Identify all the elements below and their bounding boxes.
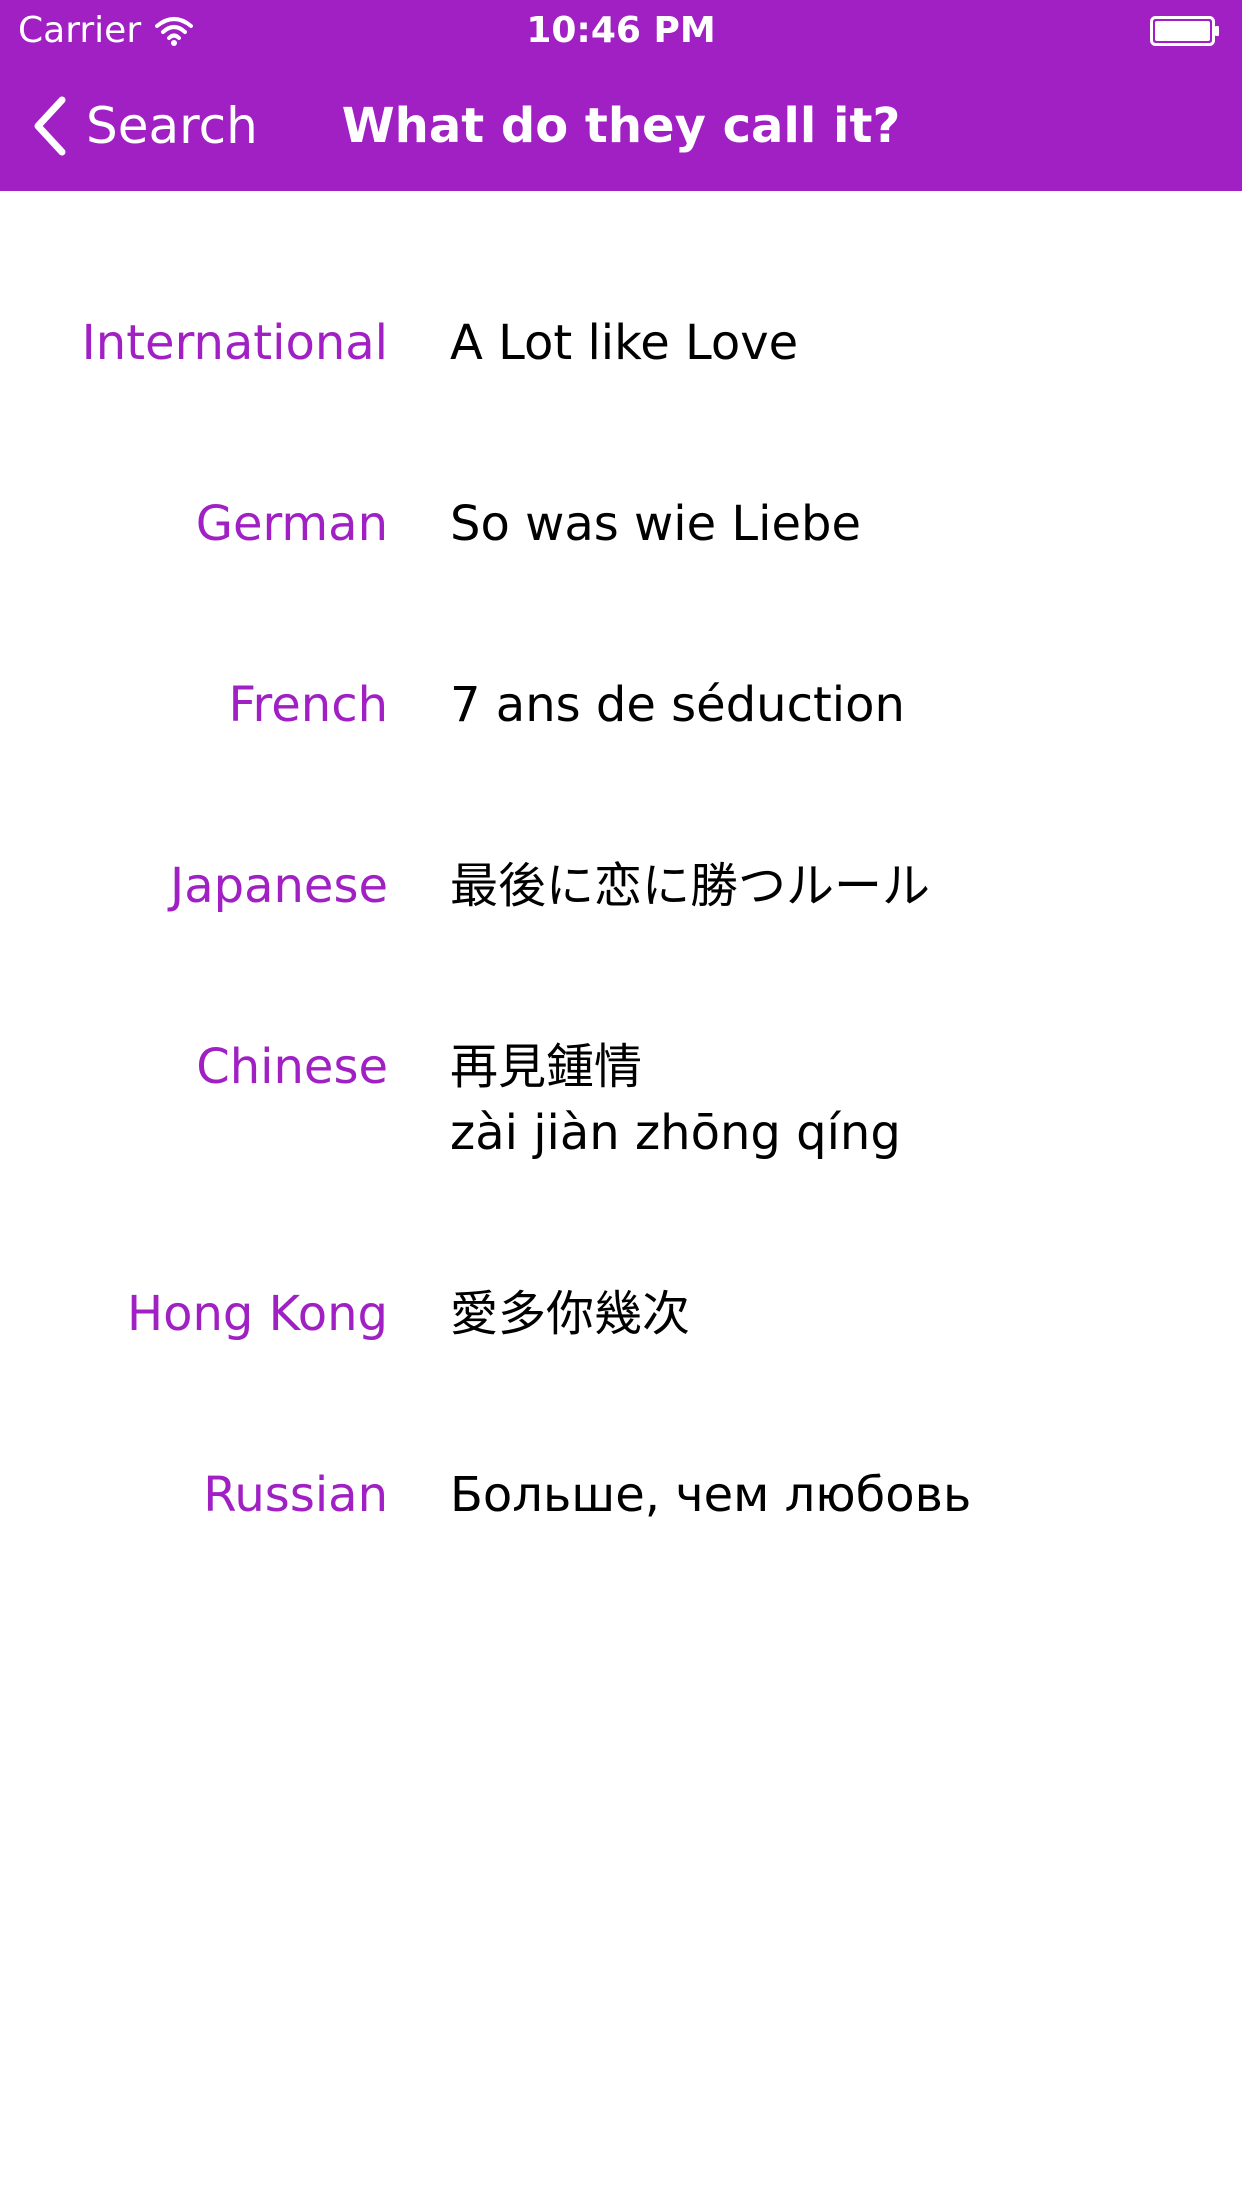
- translated-title-line: A Lot like Love: [450, 315, 799, 371]
- translated-title: 再見鍾情 zài jiàn zhōng qíng: [450, 1034, 1210, 1166]
- language-label: German: [195, 496, 388, 552]
- translated-title-romanization: zài jiàn zhōng qíng: [450, 1105, 901, 1161]
- translated-title: Больше, чем любовь: [450, 1462, 1210, 1528]
- header: Carrier 10:46 PM Search What do they cal…: [0, 0, 1242, 191]
- translated-title-line: So was wie Liebe: [450, 496, 862, 552]
- translated-title-line: 最後に恋に勝つルール: [450, 858, 931, 914]
- translated-title-line: Больше, чем любовь: [450, 1467, 972, 1523]
- translated-title-line: 再見鍾情: [450, 1039, 643, 1095]
- page-title: What do they call it?: [341, 98, 901, 154]
- translated-title-line: 7 ans de séduction: [450, 677, 905, 733]
- translated-title: A Lot like Love: [450, 310, 1210, 376]
- status-time: 10:46 PM: [526, 10, 716, 51]
- language-label: Chinese: [196, 1039, 388, 1095]
- translated-title: 愛多你幾次: [450, 1281, 1210, 1347]
- translated-title: 最後に恋に勝つルール: [450, 853, 1210, 919]
- language-label: International: [81, 315, 388, 371]
- language-label: Russian: [203, 1467, 388, 1523]
- translated-title-line: 愛多你幾次: [450, 1286, 691, 1342]
- navigation-bar: Search What do they call it?: [0, 60, 1242, 191]
- language-label: French: [228, 677, 388, 733]
- language-label: Japanese: [170, 858, 388, 914]
- translated-title: So was wie Liebe: [450, 491, 1210, 557]
- status-bar: Carrier 10:46 PM: [0, 0, 1242, 60]
- battery-icon: [1150, 16, 1219, 46]
- translated-title: 7 ans de séduction: [450, 672, 1210, 738]
- language-label: Hong Kong: [127, 1286, 388, 1342]
